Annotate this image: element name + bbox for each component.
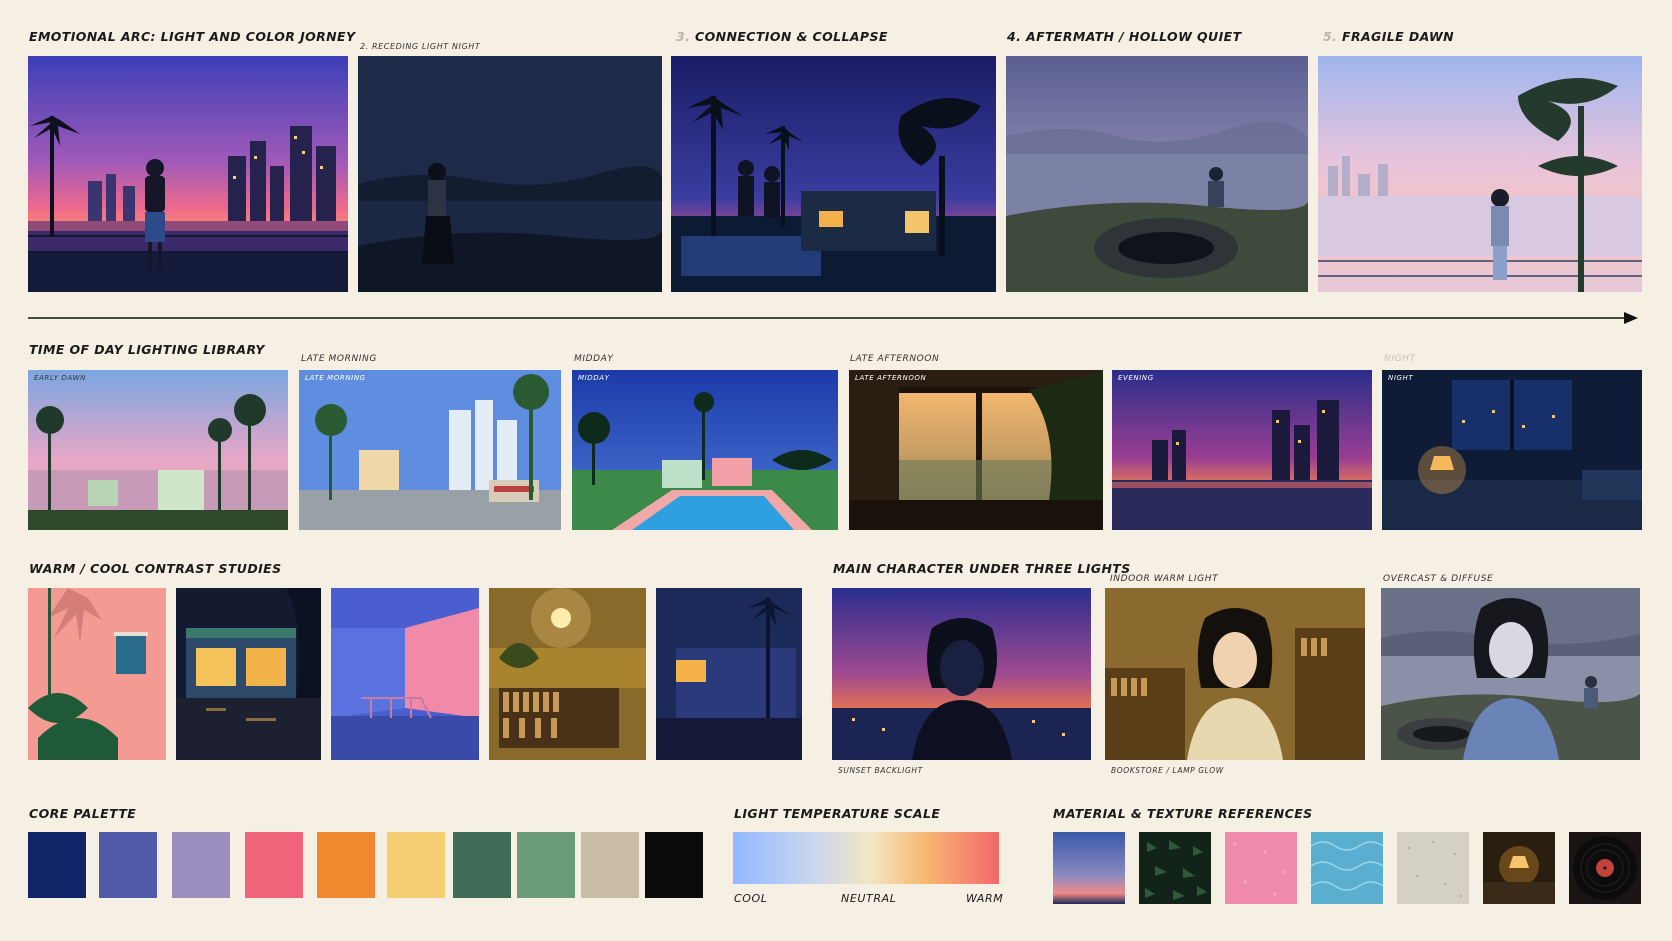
arc-panel-night-lake[interactable]: [358, 56, 662, 292]
palette-swatch[interactable]: [453, 832, 511, 898]
contrast-panel-bookstore[interactable]: [489, 588, 646, 760]
contrast-panel-night-house[interactable]: [656, 588, 802, 760]
warm-cool-heading: Warm / Cool Contrast Studies: [29, 561, 282, 576]
light-temperature-gradient: [733, 832, 999, 884]
timeline-arrow: [28, 312, 1638, 324]
texture-foliage[interactable]: [1139, 832, 1211, 904]
scale-label-warm: Warm: [966, 892, 1004, 905]
character-panel-overcast[interactable]: [1381, 588, 1640, 760]
palette-swatch[interactable]: [581, 832, 639, 898]
arc-panel-sunset-city[interactable]: [28, 56, 348, 292]
palette-swatch[interactable]: [245, 832, 303, 898]
tod-panel-midday-label: Midday: [578, 374, 610, 382]
tod-panel-late-afternoon[interactable]: [849, 370, 1103, 530]
tod-panel-night[interactable]: [1382, 370, 1642, 530]
tod-caption-late-morning: Late Morning: [301, 354, 377, 364]
texture-concrete[interactable]: [1397, 832, 1469, 904]
palette-swatch[interactable]: [645, 832, 703, 898]
tod-panel-night-label: Night: [1388, 374, 1414, 382]
arc-panel-aftermath[interactable]: [1006, 56, 1308, 292]
tod-caption-late-afternoon: Late Afternoon: [850, 354, 940, 364]
arc-panel-fragile-dawn[interactable]: [1318, 56, 1642, 292]
character-caption-b-bottom: Bookstore / Lamp Glow: [1111, 766, 1224, 775]
tod-panel-early-dawn-label: Early Dawn: [34, 374, 87, 382]
vinyl-record-icon[interactable]: [1569, 832, 1641, 904]
character-panel-indoor-warm[interactable]: [1105, 588, 1365, 760]
contrast-panel-pink-wall[interactable]: [28, 588, 166, 760]
tod-panel-late-morning-label: Late Morning: [305, 374, 366, 382]
character-heading: Main Character Under Three Lights: [833, 561, 1131, 576]
scale-label-neutral: Neutral: [841, 892, 897, 905]
tod-panel-midday[interactable]: [572, 370, 838, 530]
texture-lamp-room[interactable]: [1483, 832, 1555, 904]
tod-panel-late-afternoon-label: Late Afternoon: [855, 374, 927, 382]
texture-pink-plaster[interactable]: [1225, 832, 1297, 904]
emotional-arc-heading: Emotional Arc: Light and Color Jorney: [29, 29, 356, 44]
palette-swatch[interactable]: [28, 832, 86, 898]
palette-swatch[interactable]: [517, 832, 575, 898]
contrast-panel-blue-pink-corner[interactable]: [331, 588, 479, 760]
arc-caption-3: 3. Connection & Collapse: [676, 29, 888, 44]
character-caption-a-bottom: Sunset Backlight: [838, 766, 923, 775]
tod-panel-late-morning[interactable]: [299, 370, 561, 530]
contrast-panel-storefront[interactable]: [176, 588, 321, 760]
material-texture-heading: Material & Texture References: [1053, 806, 1313, 821]
tod-panel-evening-label: Evening: [1118, 374, 1154, 382]
texture-pool-water[interactable]: [1311, 832, 1383, 904]
character-caption-b: Indoor Warm Light: [1110, 574, 1219, 584]
core-palette-heading: Core Palette: [29, 806, 137, 821]
tod-caption-night: Night: [1384, 354, 1416, 364]
character-caption-c: Overcast & Diffuse: [1383, 574, 1494, 584]
palette-swatch[interactable]: [387, 832, 445, 898]
scale-label-cool: Cool: [734, 892, 768, 905]
character-panel-sunset[interactable]: [832, 588, 1091, 760]
arc-caption-2: 2. Receding Light Night: [360, 42, 481, 51]
light-temperature-heading: Light Temperature Scale: [734, 806, 941, 821]
arc-panel-connection[interactable]: [671, 56, 996, 292]
tod-panel-evening[interactable]: [1112, 370, 1372, 530]
palette-swatch[interactable]: [99, 832, 157, 898]
arc-caption-5: 5. Fragile Dawn: [1323, 29, 1455, 44]
tod-panel-early-dawn[interactable]: [28, 370, 288, 530]
palette-swatch[interactable]: [172, 832, 230, 898]
tod-caption-midday: Midday: [574, 354, 614, 364]
time-of-day-heading: Time of Day Lighting Library: [29, 342, 265, 357]
arc-caption-4: 4. Aftermath / Hollow Quiet: [1007, 29, 1242, 44]
palette-swatch[interactable]: [317, 832, 375, 898]
texture-dusk-sky[interactable]: [1053, 832, 1125, 904]
